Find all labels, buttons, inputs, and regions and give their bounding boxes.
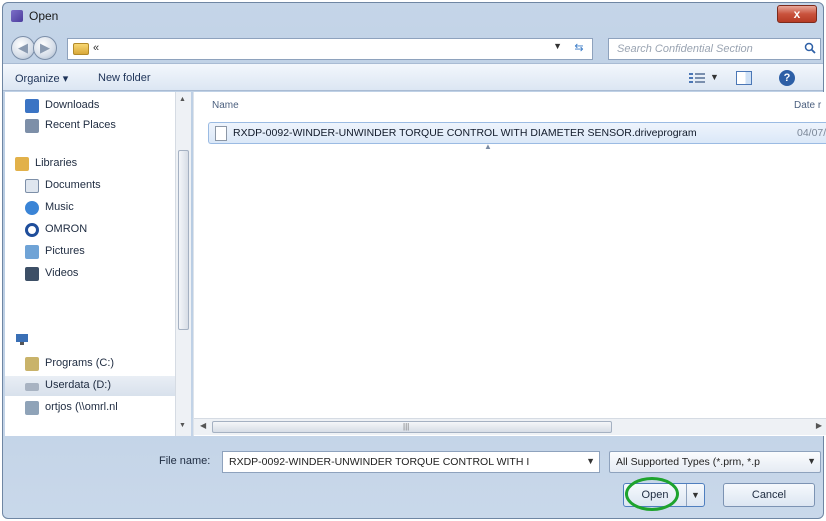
file-date: 04/07/ [797, 127, 826, 139]
sidebar-item-programs-c[interactable]: Programs (C:) [5, 354, 175, 374]
sidebar-item-label: Documents [45, 179, 101, 191]
sidebar-item-label: Recent Places [45, 119, 116, 131]
videos-icon [25, 267, 39, 281]
sidebar-item-label: OMRON [45, 223, 88, 235]
organize-button[interactable]: Organize ▾ [15, 72, 68, 85]
address-row: ◀ ▶ « ▼ ⇆ Search Confidential Section [3, 29, 823, 63]
navigation-pane: Downloads Recent Places Libraries Docume… [5, 92, 191, 436]
address-dropdown-icon[interactable]: ▼ [553, 41, 562, 51]
search-icon[interactable] [804, 42, 816, 54]
open-options-dropdown-icon[interactable]: ▼ [686, 484, 704, 506]
file-list: ▲ Name Date r RXDP-0092-WINDER-UNWINDER … [193, 92, 826, 436]
sidebar-item-userdata-d[interactable]: Userdata (D:) [5, 376, 175, 396]
dialog-footer: File name: RXDP-0092-WINDER-UNWINDER TOR… [3, 437, 823, 520]
sidebar-item-libraries[interactable]: Libraries [5, 154, 175, 174]
sidebar-item-documents[interactable]: Documents [5, 176, 175, 196]
scroll-up-icon[interactable]: ▲ [179, 96, 186, 103]
change-view-icon[interactable] [689, 72, 705, 84]
libraries-icon [15, 157, 29, 171]
file-name: RXDP-0092-WINDER-UNWINDER TORQUE CONTROL… [233, 127, 697, 139]
view-dropdown-icon[interactable]: ▼ [710, 72, 719, 82]
downloads-icon [25, 99, 39, 113]
sidebar-item-label: Downloads [45, 99, 100, 111]
sidebar-item-music[interactable]: Music [5, 198, 175, 218]
navigation-scrollbar[interactable]: ▲ ▼ [175, 92, 191, 436]
network-drive-icon [25, 401, 39, 415]
open-file-dialog: Open x ◀ ▶ « ▼ ⇆ Search Confidential Sec… [2, 2, 826, 520]
command-toolbar: Organize ▾ New folder ▼ ? [3, 63, 823, 91]
file-name-label: File name: [159, 455, 211, 467]
sidebar-item-label: Videos [45, 267, 79, 279]
documents-icon [25, 179, 39, 193]
close-button[interactable]: x [777, 5, 817, 23]
sidebar-item-label: Programs (C:) [45, 357, 115, 369]
horizontal-scroll-thumb[interactable]: ||| [212, 421, 612, 433]
app-icon [11, 10, 23, 22]
computer-icon[interactable] [15, 332, 29, 346]
file-type-value: All Supported Types (*.prm, *.p [616, 456, 760, 468]
file-row[interactable]: RXDP-0092-WINDER-UNWINDER TORQUE CONTROL… [208, 122, 826, 144]
new-folder-button[interactable]: New folder [98, 72, 151, 84]
scroll-down-icon[interactable]: ▼ [179, 422, 186, 429]
column-header-date[interactable]: Date r [794, 100, 821, 111]
highlight-annotation [625, 477, 679, 511]
scroll-thumb[interactable] [178, 150, 189, 330]
column-header-name[interactable]: Name [212, 100, 239, 111]
file-icon [215, 126, 227, 141]
sidebar-item-recent-places[interactable]: Recent Places [5, 116, 175, 136]
sidebar-item-videos[interactable]: Videos [5, 264, 175, 284]
window-title: Open [29, 9, 59, 23]
cancel-button[interactable]: Cancel [723, 483, 815, 507]
refresh-icon[interactable]: ⇆ [569, 41, 589, 57]
horizontal-scrollbar[interactable]: ◀ ||| ▶ [194, 418, 826, 435]
sidebar-item-omron[interactable]: OMRON [5, 220, 175, 240]
title-bar: Open x [3, 3, 823, 29]
recent-places-icon [25, 119, 39, 133]
sidebar-item-label: Music [45, 201, 74, 213]
music-icon [25, 201, 39, 215]
sidebar-item-pictures[interactable]: Pictures [5, 242, 175, 262]
folder-icon [73, 43, 89, 55]
file-name-dropdown-icon[interactable]: ▼ [586, 456, 595, 466]
sidebar-item-label: Libraries [35, 157, 78, 169]
file-type-dropdown-icon[interactable]: ▼ [807, 456, 816, 466]
drive-d-icon [25, 383, 39, 391]
breadcrumb-overflow[interactable]: « [93, 42, 99, 54]
scroll-left-icon[interactable]: ◀ [200, 421, 206, 430]
file-type-select[interactable]: All Supported Types (*.prm, *.p ▼ [609, 451, 821, 473]
search-placeholder: Search Confidential Section [617, 43, 753, 55]
search-input[interactable]: Search Confidential Section [608, 38, 821, 60]
omron-icon [25, 223, 39, 237]
forward-button[interactable]: ▶ [33, 36, 57, 60]
drive-c-icon [25, 357, 39, 371]
sidebar-item-label: ortjos (\\omrl.nl [45, 401, 118, 413]
sidebar-item-label: Userdata (D:) [45, 379, 112, 391]
back-button[interactable]: ◀ [11, 36, 35, 60]
sidebar-item-label: Pictures [45, 245, 85, 257]
address-bar[interactable]: « ▼ ⇆ [67, 38, 593, 60]
preview-pane-icon[interactable] [736, 71, 752, 85]
sidebar-item-network-drive[interactable]: ortjos (\\omrl.nl [5, 398, 175, 418]
sidebar-item-downloads[interactable]: Downloads [5, 96, 175, 116]
scroll-right-icon[interactable]: ▶ [816, 421, 822, 430]
file-name-value: RXDP-0092-WINDER-UNWINDER TORQUE CONTROL… [229, 456, 530, 468]
help-icon[interactable]: ? [779, 70, 795, 86]
grip-icon: ||| [403, 422, 410, 431]
pictures-icon [25, 245, 39, 259]
file-name-input[interactable]: RXDP-0092-WINDER-UNWINDER TORQUE CONTROL… [222, 451, 600, 473]
